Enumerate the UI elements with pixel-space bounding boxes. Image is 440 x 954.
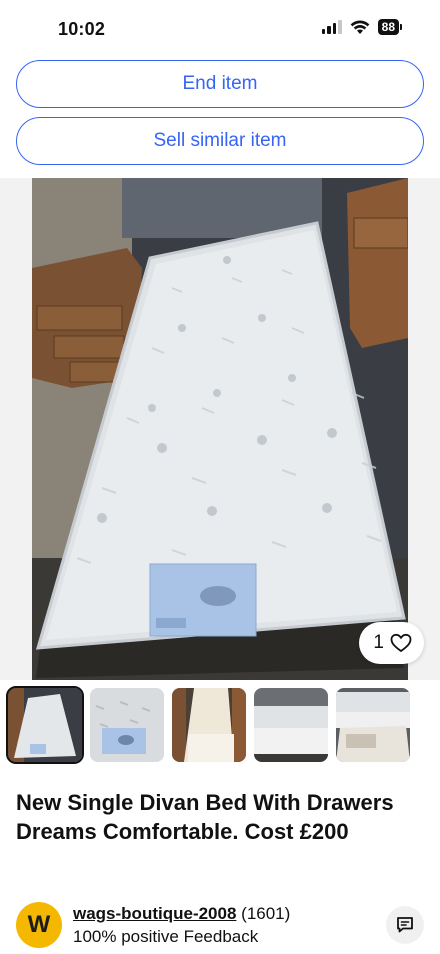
status-icons: 88	[321, 19, 402, 35]
thumbnail-strip	[6, 686, 410, 764]
status-time: 10:02	[58, 19, 106, 39]
end-item-button[interactable]: End item	[16, 60, 424, 108]
battery-icon: 88	[377, 19, 402, 35]
watch-favorite-button[interactable]: 1	[359, 622, 424, 664]
thumbnail-4[interactable]	[254, 688, 328, 762]
heart-icon	[390, 633, 412, 653]
cellular-signal-icon	[321, 20, 342, 34]
seller-avatar[interactable]: W	[16, 902, 62, 948]
thumbnail-1[interactable]	[6, 686, 84, 764]
wifi-icon	[350, 20, 370, 34]
seller-name-link[interactable]: wags-boutique-2008	[73, 904, 236, 923]
thumbnail-3[interactable]	[172, 688, 246, 762]
battery-level: 88	[377, 19, 399, 35]
message-icon	[397, 917, 413, 933]
seller-name-line: wags-boutique-2008 (1601)	[73, 904, 290, 924]
seller-feedback-percentage: 100% positive Feedback	[73, 927, 259, 946]
favorite-count: 1	[373, 632, 384, 653]
thumbnail-2[interactable]	[90, 688, 164, 762]
sell-similar-item-button[interactable]: Sell similar item	[16, 117, 424, 165]
seller-info: W wags-boutique-2008 (1601) 100% positiv…	[16, 902, 424, 948]
seller-feedback-count: (1601)	[241, 904, 291, 923]
listing-title: New Single Divan Bed With Drawers Dreams…	[16, 790, 394, 844]
status-bar: 10:02 88	[0, 0, 440, 58]
listing-image-gallery[interactable]: 1	[0, 178, 440, 680]
contact-seller-button[interactable]	[386, 906, 424, 944]
thumbnail-5[interactable]	[336, 688, 410, 762]
listing-main-photo	[32, 178, 408, 680]
